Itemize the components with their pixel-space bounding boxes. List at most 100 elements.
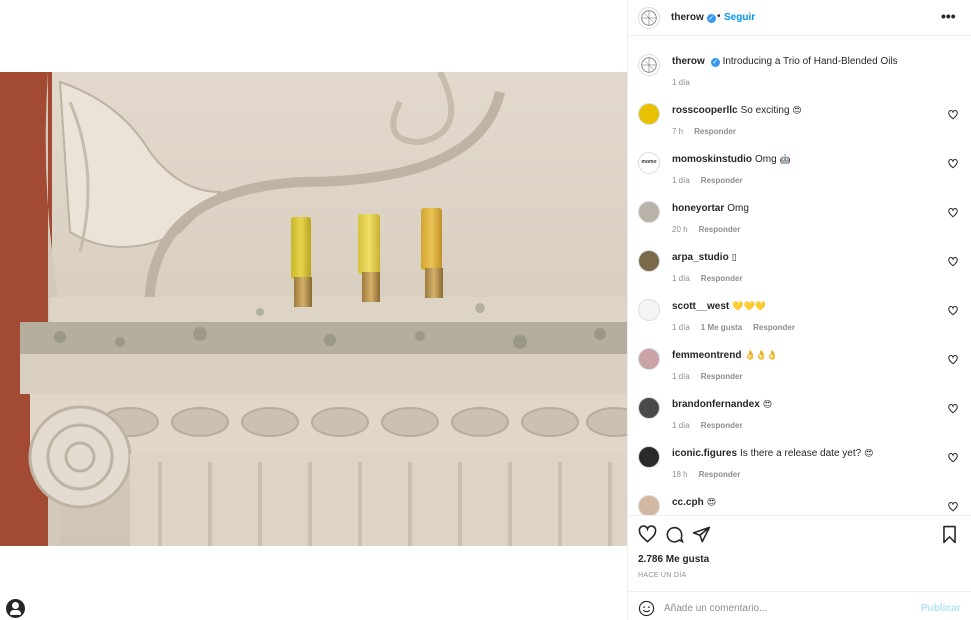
comment-row: scott__west 💛💛💛 1 día 1 Me gusta Responder: [628, 297, 971, 346]
reply-button[interactable]: Responder: [699, 225, 741, 234]
reply-button[interactable]: Responder: [701, 274, 743, 283]
publish-button[interactable]: Publicar: [921, 603, 960, 614]
comment-meta: 18 h Responder: [672, 470, 751, 479]
share-icon[interactable]: [692, 525, 711, 544]
comment-time[interactable]: 20 h: [672, 225, 688, 234]
comment-likes[interactable]: 1 Me gusta: [701, 323, 742, 332]
comment-like-heart-icon[interactable]: [948, 110, 958, 120]
account-name[interactable]: therow ✓: [671, 12, 716, 23]
profile-icon[interactable]: [6, 599, 25, 618]
reply-button[interactable]: Responder: [701, 372, 743, 381]
follow-button[interactable]: Seguir: [724, 12, 755, 23]
comment-meta: 1 día Responder: [672, 372, 754, 381]
comment-username[interactable]: momoskinstudio: [672, 154, 752, 165]
comment-text: rosscooperllc So exciting 😍: [672, 105, 802, 116]
comment-like-heart-icon[interactable]: [948, 404, 958, 414]
save-bookmark-icon[interactable]: [940, 525, 959, 544]
comment-time[interactable]: 1 día: [672, 323, 690, 332]
comment-like-heart-icon[interactable]: [948, 208, 958, 218]
comment-like-heart-icon[interactable]: [948, 355, 958, 365]
commenter-avatar[interactable]: [638, 495, 660, 515]
reply-button[interactable]: Responder: [701, 176, 743, 185]
commenter-avatar[interactable]: [638, 348, 660, 370]
comment-time[interactable]: 1 día: [672, 421, 690, 430]
comment-username[interactable]: brandonfernandex: [672, 399, 760, 410]
account-username[interactable]: therow: [671, 12, 704, 23]
verified-badge-icon: ✓: [710, 58, 720, 67]
oil-bottle-1: [291, 217, 312, 307]
comment-emoji: ▯: [731, 253, 737, 263]
comment-meta: 20 h Responder: [672, 225, 751, 234]
post-header: therow ✓ • Seguir •••: [628, 0, 971, 36]
comment-text: femmeontrend 👌👌👌: [672, 350, 778, 361]
comment-text: momoskinstudio Omg 🤖: [672, 154, 791, 165]
comment-row: femmeontrend 👌👌👌 1 día Responder: [628, 346, 971, 395]
caption-username[interactable]: therow: [672, 56, 705, 67]
comment-username[interactable]: cc.cph: [672, 497, 704, 508]
comment-text: iconic.figures Is there a release date ye…: [672, 448, 873, 459]
comment-time[interactable]: 1 día: [672, 176, 690, 185]
therow-logo-icon: [641, 57, 657, 73]
likes-count[interactable]: 2.786 Me gusta: [638, 554, 709, 565]
comment-like-heart-icon[interactable]: [948, 159, 958, 169]
comment-meta: 1 día 1 Me gusta Responder: [672, 323, 806, 332]
comment-time[interactable]: 7 h: [672, 127, 683, 136]
comment-row: momo momoskinstudio Omg 🤖 1 día Responder: [628, 150, 971, 199]
more-options-icon[interactable]: •••: [941, 8, 956, 24]
comment-input[interactable]: [664, 598, 904, 618]
post-details-panel: therow ✓ • Seguir ••• therow ✓ Introducing…: [627, 0, 971, 620]
commenter-avatar[interactable]: [638, 250, 660, 272]
header-separator: •: [717, 11, 721, 22]
reply-button[interactable]: Responder: [699, 470, 741, 479]
comment-time[interactable]: 18 h: [672, 470, 688, 479]
caption-avatar[interactable]: [638, 54, 660, 76]
comment-emoji: 👌👌👌: [744, 351, 779, 361]
commenter-avatar[interactable]: [638, 103, 660, 125]
comment-text: honeyortar Omg: [672, 203, 749, 214]
comment-body: Omg: [755, 154, 777, 165]
post-photo[interactable]: [0, 72, 627, 546]
post-media-panel: [0, 0, 627, 620]
reply-button[interactable]: Responder: [694, 127, 736, 136]
commenter-avatar[interactable]: [638, 446, 660, 468]
comment-like-heart-icon[interactable]: [948, 502, 958, 512]
commenter-avatar[interactable]: [638, 201, 660, 223]
comment-body: So exciting: [740, 105, 790, 116]
comment-username[interactable]: femmeontrend: [672, 350, 741, 361]
post-actions: 2.786 Me gusta HACE UN DÍA: [628, 515, 971, 591]
emoji-icon[interactable]: [638, 600, 655, 617]
reply-button[interactable]: Responder: [701, 421, 743, 430]
comment-emoji: 😍: [863, 449, 874, 459]
comment-row: iconic.figures Is there a release date ye…: [628, 444, 971, 493]
comment-like-heart-icon[interactable]: [948, 306, 958, 316]
comment-meta: 1 día Responder: [672, 176, 754, 185]
comment-meta: 7 h Responder: [672, 127, 747, 136]
comments-list[interactable]: therow ✓ Introducing a Trio of Hand-Blend…: [628, 37, 971, 515]
comment-username[interactable]: honeyortar: [672, 203, 724, 214]
comment-emoji: 😍: [762, 400, 773, 410]
stone-relief-image: [0, 72, 627, 546]
comment-row: honeyortar Omg 20 h Responder: [628, 199, 971, 248]
therow-logo-icon: [641, 10, 657, 26]
caption-time: 1 día: [672, 78, 690, 87]
comment-like-heart-icon[interactable]: [948, 257, 958, 267]
comment-username[interactable]: arpa_studio: [672, 252, 729, 263]
comment-emoji: 🤖: [779, 155, 791, 165]
commenter-avatar[interactable]: [638, 299, 660, 321]
comment-username[interactable]: scott__west: [672, 301, 729, 312]
comment-text: arpa_studio ▯: [672, 252, 737, 263]
avatar-label: momo: [641, 159, 657, 165]
comment-emoji: 😍: [706, 498, 717, 508]
commenter-avatar[interactable]: [638, 397, 660, 419]
commenter-avatar[interactable]: momo: [638, 152, 660, 174]
comment-time[interactable]: 1 día: [672, 372, 690, 381]
account-avatar[interactable]: [638, 7, 660, 29]
comment-icon[interactable]: [665, 525, 684, 544]
comment-like-heart-icon[interactable]: [948, 453, 958, 463]
comment-time[interactable]: 1 día: [672, 274, 690, 283]
reply-button[interactable]: Responder: [753, 323, 795, 332]
comment-username[interactable]: iconic.figures: [672, 448, 737, 459]
comment-row: arpa_studio ▯ 1 día Responder: [628, 248, 971, 297]
comment-username[interactable]: rosscooperllc: [672, 105, 738, 116]
like-heart-icon[interactable]: [638, 525, 657, 544]
